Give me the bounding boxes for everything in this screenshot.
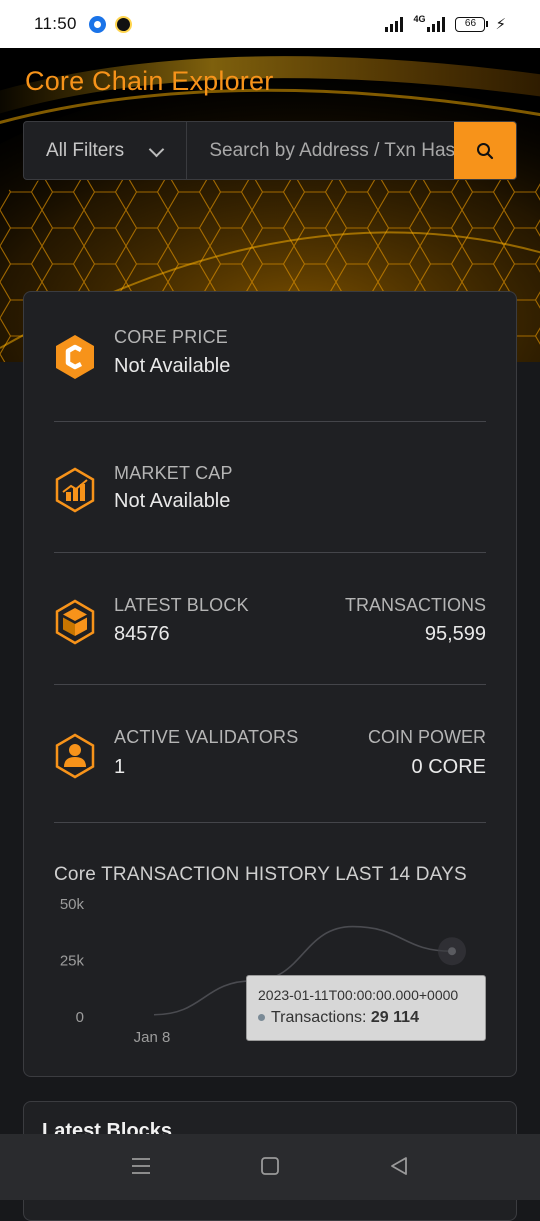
active-validators-label: ACTIVE VALIDATORS — [114, 727, 299, 747]
divider — [54, 552, 486, 553]
active-validators-value[interactable]: 1 — [114, 756, 125, 779]
brand-title[interactable]: Core Chain Explorer — [25, 66, 273, 97]
search-input[interactable] — [187, 122, 455, 179]
y-tick-label: 0 — [76, 1009, 84, 1026]
series-dot-icon — [258, 1014, 265, 1022]
core-logo-icon — [56, 335, 94, 379]
divider — [54, 421, 486, 422]
stats-card: CORE PRICE Not Available MARKET CAP Not … — [23, 291, 517, 1077]
settings-icon — [88, 15, 106, 33]
market-cap-value: Not Available — [114, 490, 231, 512]
data-point[interactable] — [448, 947, 456, 956]
home-icon[interactable] — [260, 1156, 280, 1176]
market-cap-label: MARKET CAP — [114, 463, 233, 483]
menu-icon[interactable] — [131, 1156, 151, 1176]
coin-power-label: COIN POWER — [367, 727, 486, 747]
validators-row: ACTIVE VALIDATORS 1 COIN POWER 0 CORE — [54, 725, 486, 785]
app-notification-icon — [114, 15, 132, 33]
chevron-down-icon — [149, 141, 165, 158]
transactions-label: TRANSACTIONS — [344, 595, 486, 615]
divider — [54, 822, 486, 823]
tooltip-line: Transactions: 29 114 — [258, 1009, 485, 1027]
transactions-value[interactable]: 95,599 — [425, 623, 486, 646]
status-bar: 11:50 4G 66 ⚡ — [0, 0, 540, 48]
filter-label: All Filters — [46, 139, 125, 161]
signal-icon — [385, 16, 404, 32]
network-type: 4G — [413, 13, 426, 24]
y-tick-label: 25k — [60, 953, 85, 970]
charging-icon: ⚡ — [495, 16, 506, 33]
search-bar: All Filters — [23, 121, 517, 180]
latest-block-label: LATEST BLOCK — [114, 595, 249, 615]
divider — [54, 684, 486, 685]
y-tick-label: 50k — [60, 896, 85, 913]
latest-block-row: LATEST BLOCK 84576 TRANSACTIONS 95,599 — [54, 593, 486, 653]
status-icons: 4G 66 ⚡ — [385, 13, 506, 33]
core-price-label: CORE PRICE — [114, 327, 229, 347]
status-time: 11:50 — [34, 14, 77, 33]
signal-4g-icon — [427, 16, 446, 32]
tooltip-series-label: Transactions: — [271, 1009, 367, 1026]
x-tick-label: Jan 8 — [134, 1029, 171, 1046]
latest-block-value[interactable]: 84576 — [114, 623, 170, 646]
validator-icon — [55, 733, 95, 779]
search-icon — [477, 142, 494, 159]
system-nav-bar — [0, 1134, 540, 1200]
back-icon[interactable] — [389, 1156, 409, 1176]
filter-dropdown[interactable]: All Filters — [24, 122, 188, 179]
core-price-value: Not Available — [114, 355, 231, 377]
coin-power-value: 0 CORE — [411, 756, 486, 778]
chart-title: Core TRANSACTION HISTORY LAST 14 DAYS — [54, 864, 467, 885]
market-cap-icon — [55, 467, 95, 513]
block-icon — [55, 599, 95, 645]
search-button[interactable] — [454, 122, 516, 179]
market-cap-row: MARKET CAP Not Available — [54, 461, 486, 521]
chart-tooltip: 2023-01-11T00:00:00.000+0000 Transaction… — [246, 975, 486, 1041]
tooltip-value: 29 114 — [370, 1009, 419, 1026]
battery-icon: 66 — [455, 16, 489, 32]
core-price-row: CORE PRICE Not Available — [54, 324, 486, 384]
tooltip-date: 2023-01-11T00:00:00.000+0000 — [258, 987, 459, 1003]
